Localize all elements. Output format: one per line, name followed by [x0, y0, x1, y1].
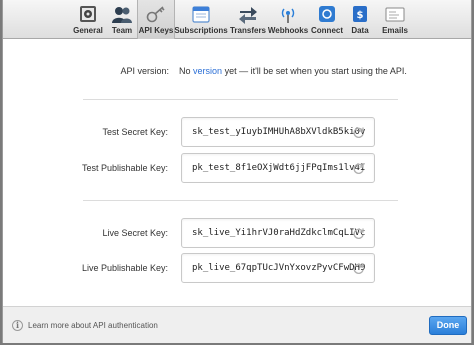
tab-label: Webhooks	[267, 26, 309, 35]
learn-more-link[interactable]: Learn more about API authentication	[28, 321, 158, 330]
tab-subscriptions[interactable]: Subscriptions	[174, 0, 228, 39]
info-icon: i	[12, 320, 23, 331]
divider	[83, 99, 398, 100]
done-button[interactable]: Done	[429, 316, 467, 335]
tab-label: Team	[111, 26, 133, 35]
tab-label: Connect	[311, 26, 343, 35]
test-publishable-key-value[interactable]: pk_test_8f1eOXjWdt6jjFPqIms1lv4I	[192, 163, 365, 173]
test-publishable-key-row: Test Publishable Key: pk_test_8f1eOXjWdt…	[3, 153, 471, 183]
tab-data[interactable]: $ Data	[345, 0, 375, 39]
live-secret-key-label: Live Secret Key:	[102, 228, 168, 238]
version-link[interactable]: version	[193, 66, 222, 76]
emails-icon	[385, 7, 405, 22]
refresh-icon[interactable]	[352, 162, 365, 175]
tab-api-keys[interactable]: API Keys	[137, 0, 175, 39]
live-publishable-key-label: Live Publishable Key:	[81, 263, 168, 273]
refresh-icon[interactable]	[352, 126, 365, 139]
live-publishable-key-row: Live Publishable Key: pk_live_67qpTUcJVn…	[3, 253, 471, 283]
svg-text:$: $	[357, 10, 364, 21]
live-secret-key-row: Live Secret Key: sk_live_Yi1hrVJ0raHdZdk…	[3, 218, 471, 248]
tab-label: Data	[351, 26, 369, 35]
tab-transfers[interactable]: Transfers	[229, 0, 267, 39]
connect-icon	[319, 6, 335, 22]
tab-webhooks[interactable]: Webhooks	[267, 0, 309, 39]
test-secret-key-value[interactable]: sk_test_yIuybIMHUhA8bXVldkB5ki0v	[192, 127, 365, 137]
footer-bar: i Learn more about API authentication Do…	[3, 306, 471, 343]
tab-label: General	[73, 26, 103, 35]
divider	[83, 200, 398, 201]
tab-label: API Keys	[138, 26, 174, 35]
test-publishable-key-field[interactable]: pk_test_8f1eOXjWdt6jjFPqIms1lv4I	[181, 153, 375, 183]
refresh-icon[interactable]	[352, 227, 365, 240]
live-publishable-key-field[interactable]: pk_live_67qpTUcJVnYxovzPyvCFwDH9	[181, 253, 375, 283]
tab-label: Subscriptions	[174, 26, 228, 35]
api-version-prefix: No	[179, 66, 191, 76]
api-version-value: No version yet — it'll be set when you s…	[179, 66, 407, 76]
data-icon: $	[353, 6, 367, 22]
test-secret-key-field[interactable]: sk_test_yIuybIMHUhA8bXVldkB5ki0v	[181, 117, 375, 147]
test-publishable-key-label: Test Publishable Key:	[81, 163, 168, 173]
subscriptions-icon	[192, 6, 210, 23]
test-secret-key-label: Test Secret Key:	[102, 127, 168, 137]
key-icon	[146, 6, 165, 23]
team-icon	[112, 7, 132, 23]
api-version-label: API version:	[120, 66, 169, 76]
api-version-suffix: yet — it'll be set when you start using …	[224, 66, 407, 76]
live-publishable-key-value[interactable]: pk_live_67qpTUcJVnYxovzPyvCFwDH9	[192, 263, 365, 273]
general-icon	[80, 6, 96, 22]
api-keys-panel: API version: No version yet — it'll be s…	[3, 40, 471, 306]
tab-team[interactable]: Team	[107, 0, 137, 39]
settings-window: General Team API Keys Subscriptions Tran…	[2, 0, 472, 343]
tab-emails[interactable]: Emails	[377, 0, 413, 39]
test-secret-key-row: Test Secret Key: sk_test_yIuybIMHUhA8bXV…	[3, 117, 471, 147]
toolbar: General Team API Keys Subscriptions Tran…	[3, 0, 471, 39]
tab-general[interactable]: General	[69, 0, 107, 39]
webhooks-icon	[281, 8, 295, 23]
live-secret-key-field[interactable]: sk_live_Yi1hrVJ0raHdZdkclmCqLIVc	[181, 218, 375, 248]
live-secret-key-value[interactable]: sk_live_Yi1hrVJ0raHdZdkclmCqLIVc	[192, 228, 365, 238]
tab-label: Transfers	[229, 26, 267, 35]
refresh-icon[interactable]	[352, 262, 365, 275]
transfers-icon	[239, 7, 257, 24]
tab-connect[interactable]: Connect	[309, 0, 345, 39]
tab-label: Emails	[382, 26, 408, 35]
